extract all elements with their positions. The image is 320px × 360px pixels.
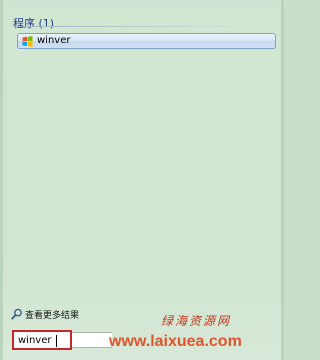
windows-logo-icon (22, 36, 33, 47)
results-group-header[interactable]: 程序 (1) (13, 15, 54, 31)
see-more-results-label: 查看更多结果 (25, 311, 80, 321)
watermark-url: www.laixuea.com (109, 333, 242, 350)
start-search-box[interactable] (12, 330, 72, 350)
text-caret (56, 335, 57, 347)
group-divider (13, 26, 275, 27)
start-menu-search-panel: 程序 (1) winver 查看更多结果 绿海资源网 www.laixuea.c… (0, 0, 284, 360)
result-item-winver[interactable]: winver (17, 33, 276, 49)
result-item-label: winver (37, 35, 71, 46)
search-box-extension[interactable] (72, 332, 112, 348)
magnifier-icon (11, 308, 22, 320)
search-results-pane (9, 8, 281, 300)
watermark-chinese-text: 绿海资源网 (161, 314, 232, 328)
search-input[interactable] (14, 332, 70, 348)
